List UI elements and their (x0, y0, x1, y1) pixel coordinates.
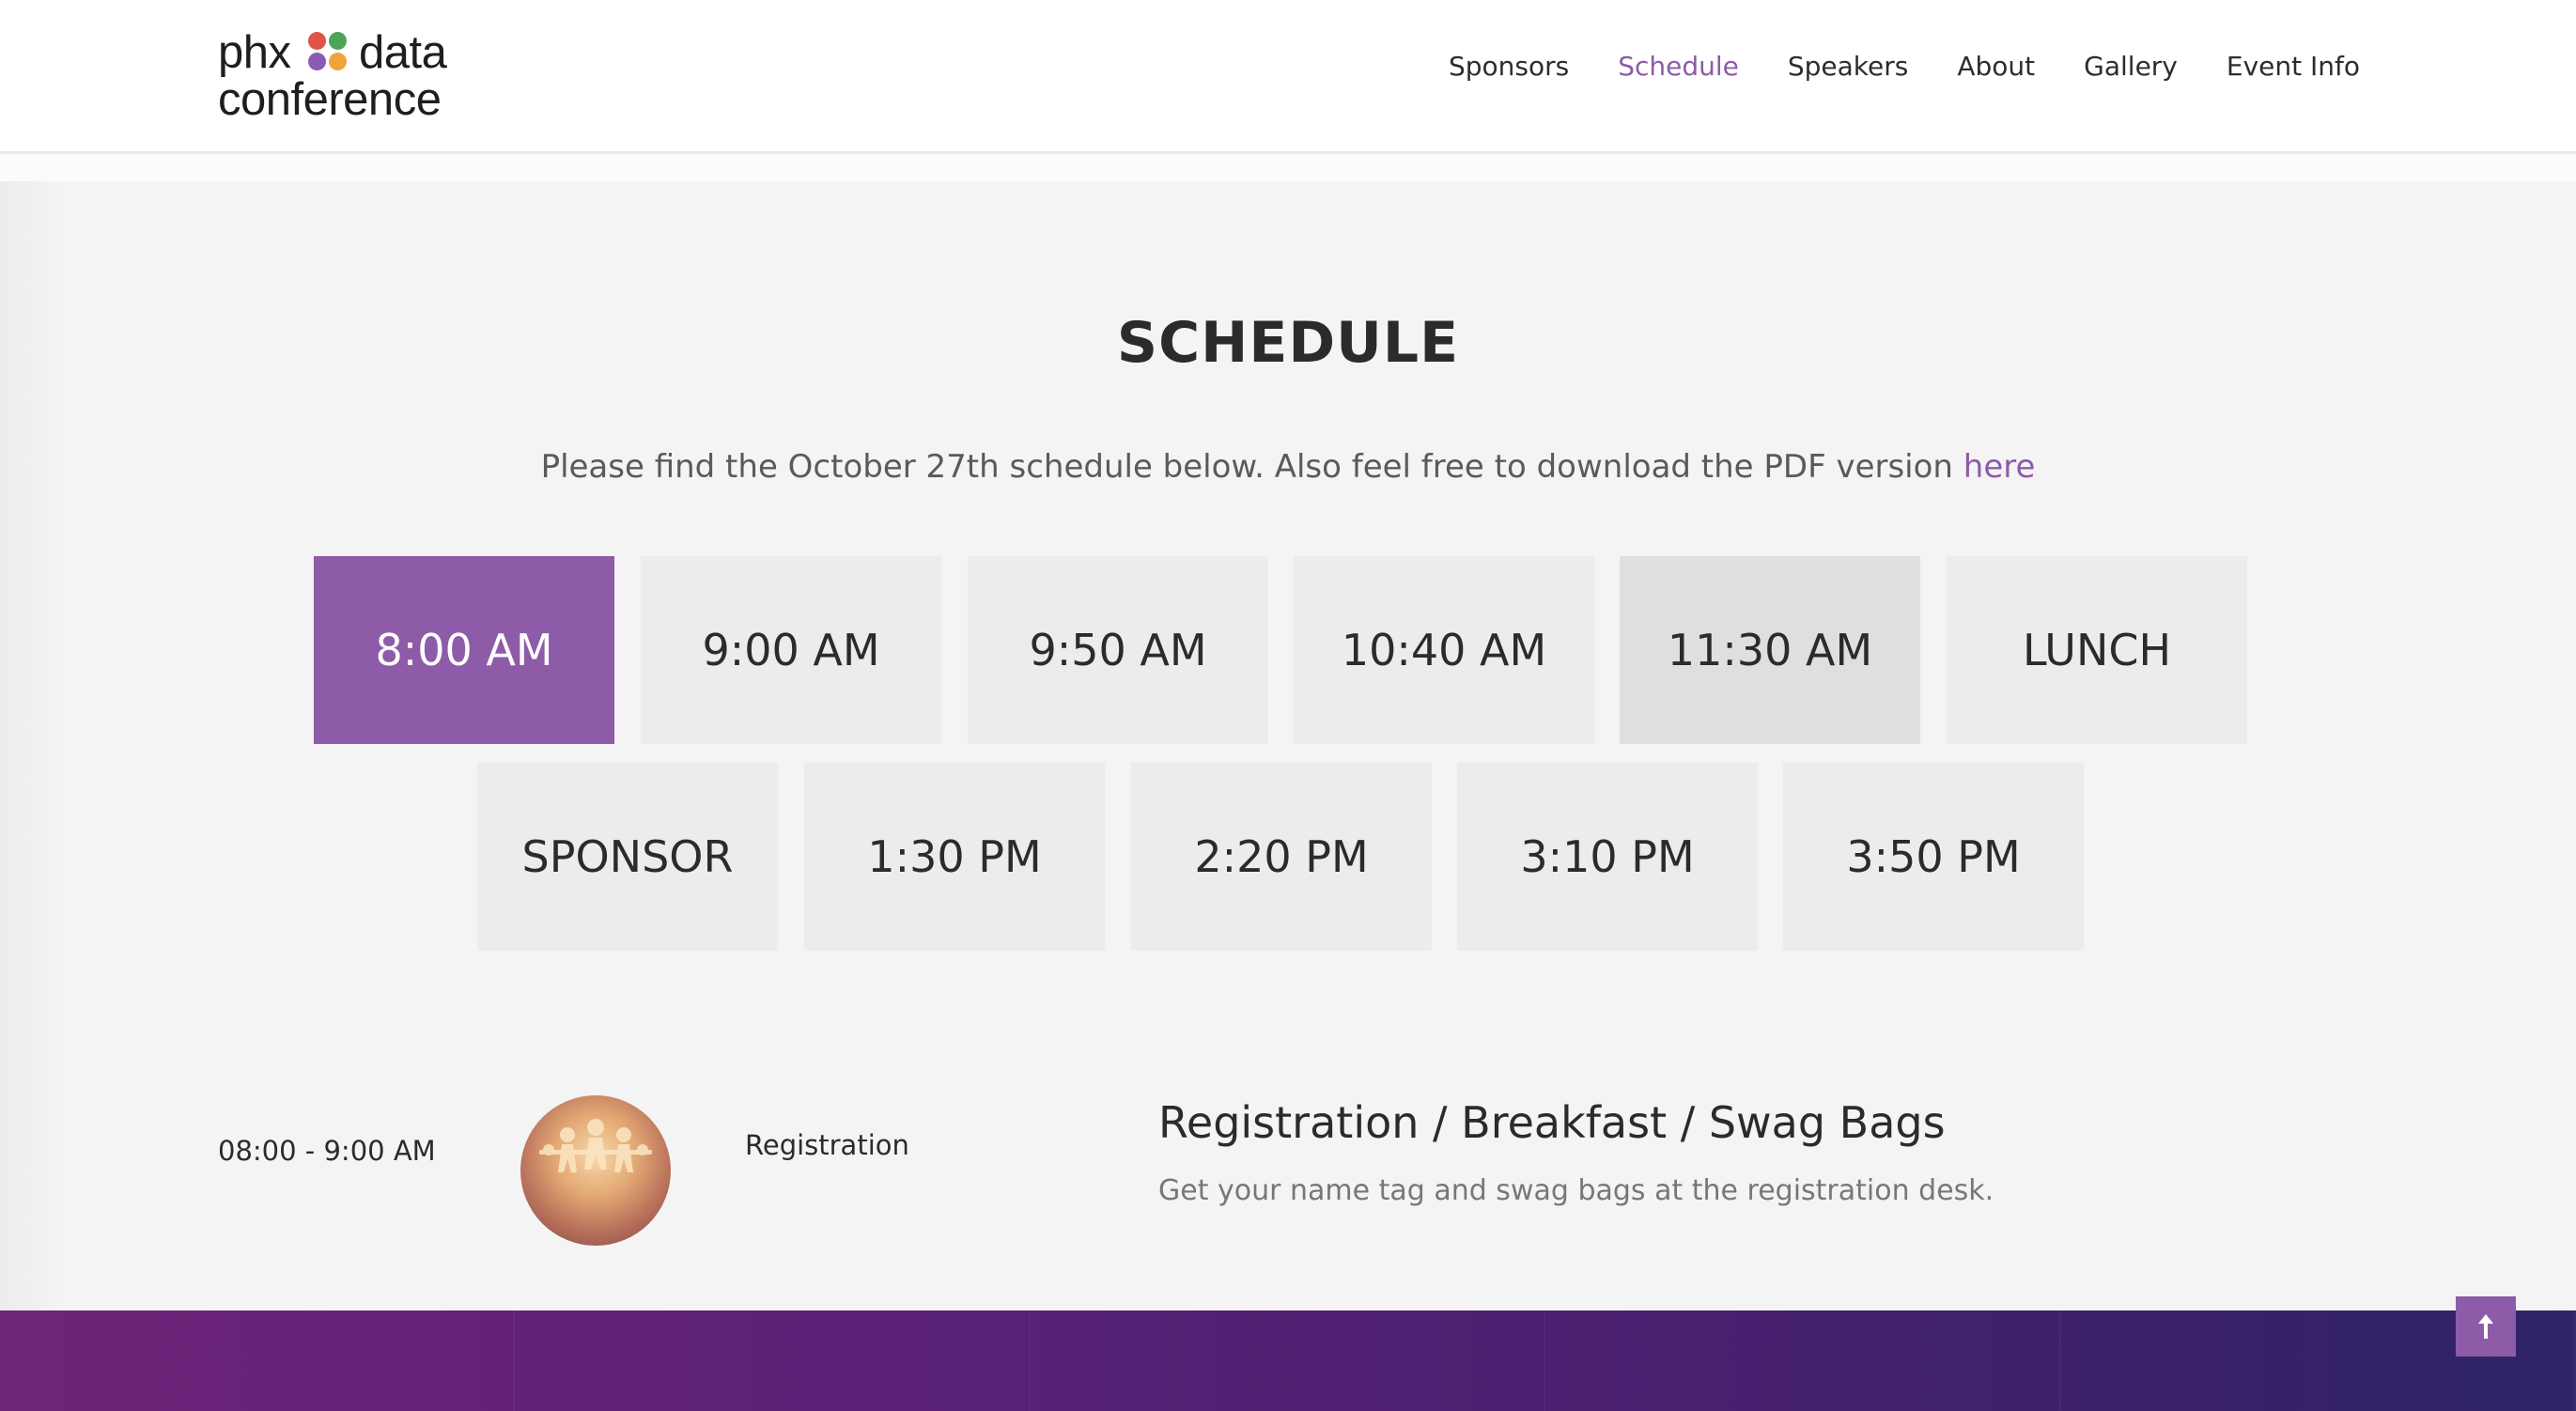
nav-schedule[interactable]: Schedule (1618, 51, 1739, 82)
main-nav: Sponsors Schedule Speakers About Gallery… (1400, 51, 2360, 82)
logo-dot-orange (329, 53, 347, 70)
tab-9-00-am[interactable]: 9:00 AM (641, 556, 941, 744)
arrow-up-icon (2478, 1314, 2493, 1339)
nav-sponsors[interactable]: Sponsors (1449, 51, 1569, 82)
logo-dots-icon (308, 32, 349, 73)
page: phx data conference Sponsors Schedule Sp… (0, 0, 2576, 1411)
session-description: Get your name tag and swag bags at the r… (1158, 1174, 1994, 1207)
subtitle-text: Please find the October 27th schedule be… (540, 448, 1963, 486)
tab-1-30-pm[interactable]: 1:30 PM (804, 763, 1105, 951)
people-chain-icon (539, 1119, 652, 1172)
footer-col (1545, 1310, 2061, 1411)
page-subtitle: Please find the October 27th schedule be… (0, 448, 2576, 486)
site-logo[interactable]: phx data conference (218, 26, 462, 124)
footer-col (1031, 1310, 1546, 1411)
logo-dot-green (329, 32, 347, 50)
nav-event-info[interactable]: Event Info (2227, 51, 2360, 82)
session-image (520, 1095, 671, 1246)
nav-gallery[interactable]: Gallery (2084, 51, 2178, 82)
nav-about[interactable]: About (1957, 51, 2035, 82)
session-category: Registration (745, 1129, 909, 1161)
logo-dot-purple (308, 53, 326, 70)
session-time: 08:00 - 9:00 AM (218, 1135, 436, 1167)
back-to-top-button[interactable] (2456, 1296, 2516, 1357)
nav-speakers[interactable]: Speakers (1788, 51, 1908, 82)
tab-11-30-am[interactable]: 11:30 AM (1620, 556, 1920, 744)
site-header: phx data conference Sponsors Schedule Sp… (0, 0, 2576, 153)
tab-lunch[interactable]: LUNCH (1947, 556, 2247, 744)
logo-line-2: conference (218, 74, 442, 125)
tab-3-50-pm[interactable]: 3:50 PM (1783, 763, 2084, 951)
page-title: SCHEDULE (1116, 310, 1460, 376)
logo-word-phx: phx (218, 27, 291, 78)
tab-3-10-pm[interactable]: 3:10 PM (1457, 763, 1758, 951)
footer-columns (0, 1310, 2576, 1411)
tab-10-40-am[interactable]: 10:40 AM (1294, 556, 1594, 744)
header-band (0, 155, 2576, 181)
footer-banner (0, 1310, 2576, 1411)
footer-col (0, 1310, 516, 1411)
pdf-download-link[interactable]: here (1963, 448, 2036, 486)
tab-9-50-am[interactable]: 9:50 AM (968, 556, 1268, 744)
logo-line-1: phx data (218, 27, 447, 78)
footer-col (515, 1310, 1031, 1411)
tab-8-00-am[interactable]: 8:00 AM (314, 556, 614, 744)
logo-word-data: data (359, 27, 447, 78)
session-title: Registration / Breakfast / Swag Bags (1158, 1097, 1946, 1148)
tab-2-20-pm[interactable]: 2:20 PM (1131, 763, 1432, 951)
tab-sponsor[interactable]: SPONSOR (477, 763, 778, 951)
logo-dot-red (308, 32, 326, 50)
